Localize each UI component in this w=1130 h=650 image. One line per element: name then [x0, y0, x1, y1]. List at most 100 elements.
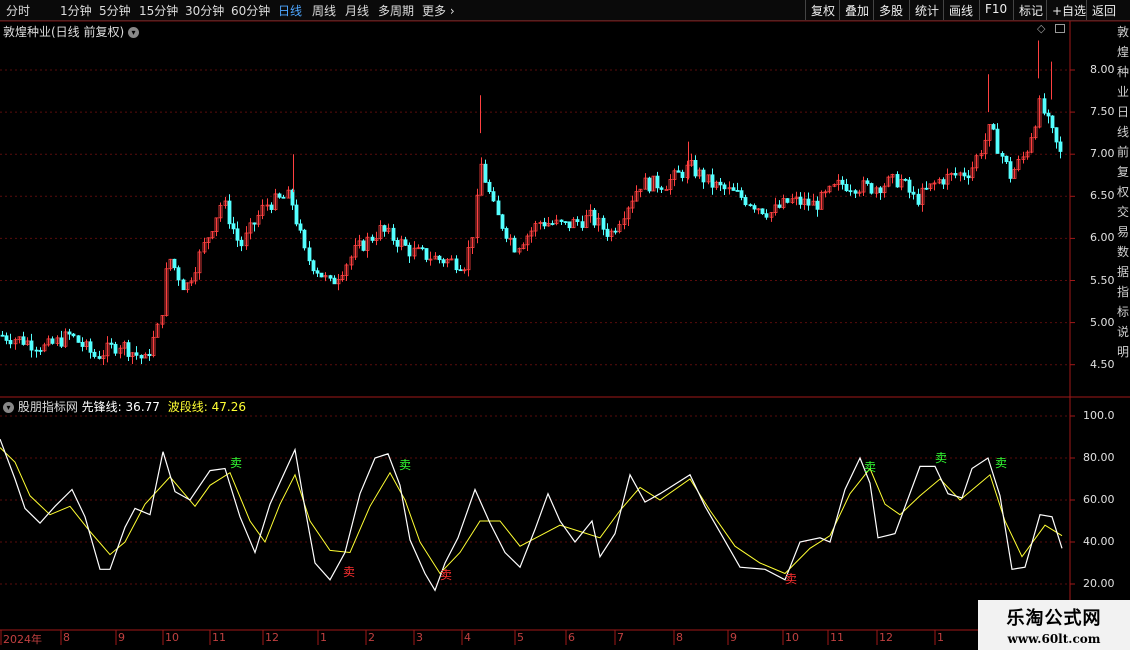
- candle-body: [991, 124, 996, 130]
- candle-body: [290, 189, 295, 206]
- candle-body: [550, 223, 555, 225]
- candle-body: [252, 222, 257, 225]
- candle-body: [798, 196, 803, 205]
- price-tick-label: 4.50: [1090, 357, 1115, 371]
- candle-body: [139, 354, 144, 359]
- candle-body: [743, 197, 748, 206]
- date-label: 1: [320, 631, 327, 644]
- pioneer-line: [0, 438, 1063, 592]
- date-label: 2024年: [3, 633, 42, 646]
- candle-body: [1008, 161, 1013, 179]
- candle-body: [134, 352, 139, 356]
- candle-body: [239, 239, 244, 247]
- indicator-tick-label: 60.00: [1083, 493, 1115, 506]
- candle-body: [760, 208, 765, 215]
- candle-body: [71, 333, 76, 337]
- candle-body: [739, 190, 744, 198]
- candle-body: [126, 342, 131, 357]
- candle-body: [903, 178, 908, 181]
- line2-value: 47.26: [211, 400, 246, 414]
- candle-body: [269, 204, 274, 210]
- date-label: 11: [212, 631, 226, 644]
- candle-body: [88, 341, 93, 353]
- chevron-down-icon[interactable]: ▾: [3, 402, 14, 413]
- candle-body: [941, 179, 946, 185]
- kline-chart[interactable]: 卖卖卖卖 卖卖卖卖: [0, 0, 1130, 650]
- sell-marker: 卖: [399, 458, 411, 472]
- candle-body: [454, 258, 459, 271]
- candle-body: [710, 174, 715, 188]
- indicator-tick-label: 40.00: [1083, 535, 1115, 548]
- date-label: 10: [165, 631, 179, 644]
- candle-body: [1000, 153, 1005, 157]
- candle-body: [962, 172, 967, 177]
- candle-body: [701, 169, 706, 183]
- candle-body: [332, 277, 337, 285]
- candle-body: [67, 331, 72, 335]
- indicator-tick-label: 100.0: [1083, 409, 1115, 422]
- candle-body: [38, 350, 43, 352]
- candle-body: [395, 240, 400, 247]
- date-label: 4: [464, 631, 471, 644]
- candle-body: [907, 179, 912, 193]
- candle-body: [311, 260, 316, 272]
- candle-body: [407, 244, 412, 257]
- date-label: 3: [416, 631, 423, 644]
- candle-body: [294, 204, 299, 225]
- candle-body: [575, 219, 580, 223]
- price-tick-label: 6.50: [1090, 189, 1115, 203]
- candle-body: [298, 223, 303, 231]
- candle-body: [659, 187, 664, 190]
- date-label: 9: [118, 631, 125, 644]
- date-label: 6: [568, 631, 575, 644]
- candle-body: [420, 247, 425, 250]
- candle-body: [437, 255, 442, 261]
- candle-body: [777, 204, 782, 208]
- candle-body: [483, 163, 488, 183]
- main-pane-title[interactable]: 敦煌种业(日线 前复权) ▾: [3, 23, 140, 40]
- candle-body: [785, 198, 790, 203]
- window-toggle-icon[interactable]: [1055, 24, 1065, 33]
- candle-body: [302, 229, 307, 249]
- candle-body: [895, 174, 900, 188]
- candle-body: [1050, 115, 1055, 129]
- candle-body: [109, 342, 114, 345]
- chevron-down-icon[interactable]: ▾: [128, 27, 140, 38]
- candle-body: [731, 187, 736, 191]
- candle-body: [458, 269, 463, 272]
- candle-body: [966, 175, 971, 179]
- candle-body: [735, 190, 740, 192]
- date-label: 8: [676, 631, 683, 644]
- candle-body: [4, 335, 9, 341]
- candle-body: [865, 180, 870, 184]
- candle-body: [361, 240, 366, 251]
- stock-title: 敦煌种业(日线 前复权): [3, 25, 125, 39]
- candle-body: [21, 336, 26, 345]
- candle-body: [307, 247, 312, 262]
- buy-marker: 卖: [440, 568, 452, 582]
- indicator-tick-label: 80.00: [1083, 451, 1115, 464]
- candle-body: [815, 200, 820, 210]
- candle-body: [848, 190, 853, 193]
- price-tick-label: 8.00: [1090, 63, 1115, 76]
- watermark-logo: 乐淘公式网 www.60lt.com: [978, 600, 1130, 650]
- candle-body: [580, 221, 585, 228]
- date-label: 2: [368, 631, 375, 644]
- watermark-title: 乐淘公式网: [1006, 608, 1102, 629]
- candle-body: [8, 340, 13, 345]
- candle-body: [748, 204, 753, 207]
- indicator-lines: [0, 438, 1063, 592]
- candle-body: [764, 213, 769, 218]
- candle-body: [403, 239, 408, 246]
- candle-body: [567, 221, 572, 229]
- price-tick-label: 6.00: [1090, 231, 1115, 245]
- price-tick-label: 5.50: [1090, 273, 1115, 287]
- candle-body: [76, 335, 81, 343]
- date-label: 8: [63, 631, 70, 644]
- wave-line: [0, 447, 1063, 575]
- candle-body: [172, 258, 177, 269]
- candle-body: [680, 171, 685, 178]
- candle-body: [441, 259, 446, 264]
- date-label: 12: [879, 631, 893, 644]
- diamond-icon[interactable]: ◇: [1037, 22, 1045, 35]
